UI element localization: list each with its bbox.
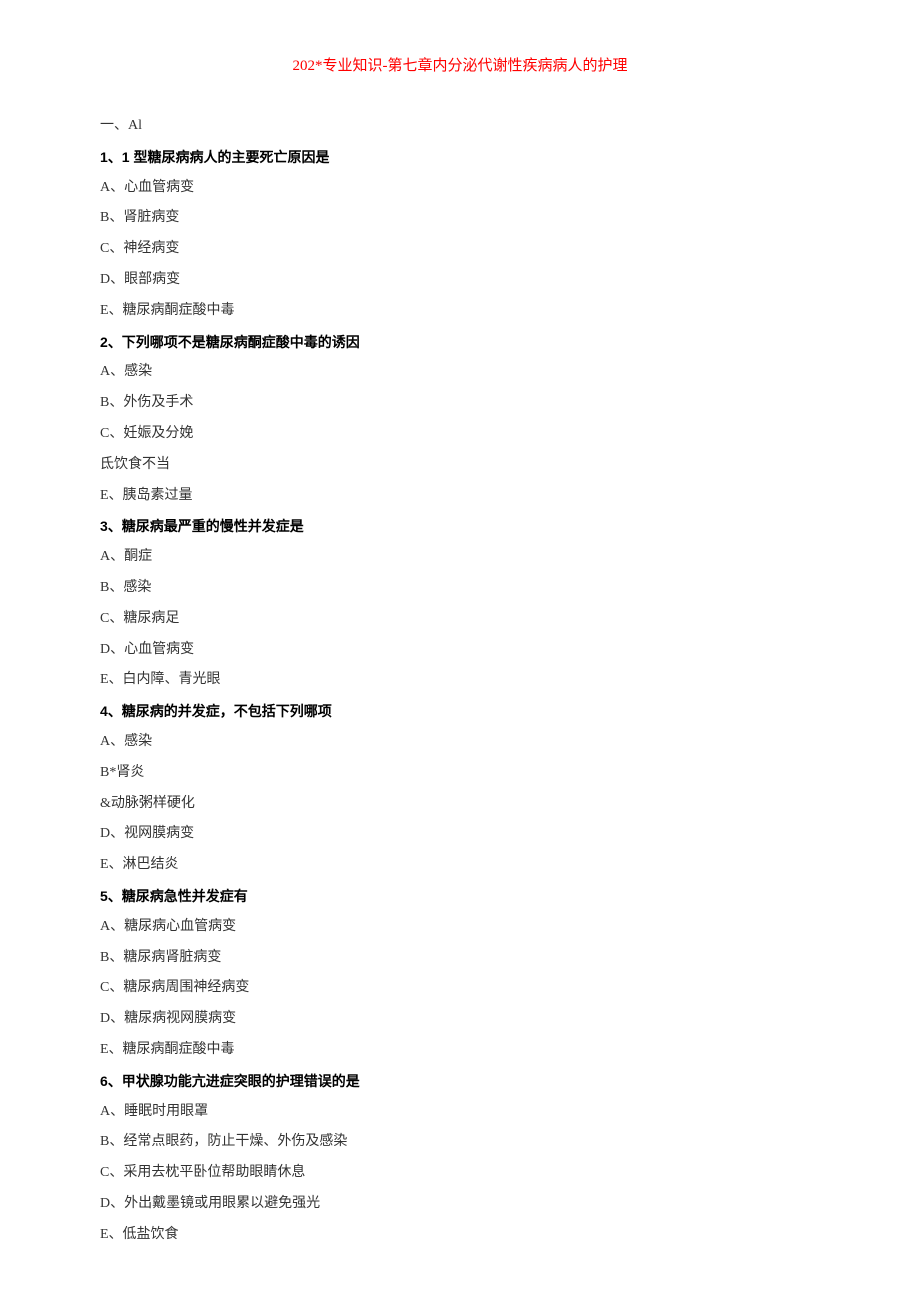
option-b: B、肾脏病变 [100, 203, 820, 234]
option-a: A、糖尿病心血管病变 [100, 912, 820, 943]
option-c: C、神经病变 [100, 234, 820, 265]
option-c: C、采用去枕平卧位帮助眼睛休息 [100, 1158, 820, 1189]
option-a: A、感染 [100, 727, 820, 758]
option-d: D、眼部病变 [100, 265, 820, 296]
option-c: C、糖尿病足 [100, 604, 820, 635]
option-c: C、糖尿病周围神经病变 [100, 973, 820, 1004]
question-text: 2、下列哪项不是糖尿病酮症酸中毒的诱因 [100, 327, 820, 358]
option-b: B*肾炎 [100, 758, 820, 789]
option-b: B、糖尿病肾脏病变 [100, 943, 820, 974]
document-title: 202*专业知识-第七章内分泌代谢性疾病病人的护理 [100, 50, 820, 83]
option-b: B、经常点眼药，防止干燥、外伤及感染 [100, 1127, 820, 1158]
question-text: 5、糖尿病急性并发症有 [100, 881, 820, 912]
option-c: C、妊娠及分娩 [100, 419, 820, 450]
section-header: 一、Al [100, 111, 820, 142]
option-e: E、低盐饮食 [100, 1220, 820, 1251]
option-a: A、睡眠时用眼罩 [100, 1097, 820, 1128]
option-e: E、白内障、青光眼 [100, 665, 820, 696]
option-e: E、糖尿病酮症酸中毒 [100, 1035, 820, 1066]
question-text: 1、1 型糖尿病病人的主要死亡原因是 [100, 142, 820, 173]
option-d: 氐饮食不当 [100, 450, 820, 481]
option-d: D、心血管病变 [100, 635, 820, 666]
option-c: &动脉粥样硬化 [100, 789, 820, 820]
option-e: E、胰岛素过量 [100, 481, 820, 512]
option-a: A、酮症 [100, 542, 820, 573]
question-block-6: 6、甲状腺功能亢进症突眼的护理错误的是 A、睡眠时用眼罩 B、经常点眼药，防止干… [100, 1066, 820, 1251]
question-text: 4、糖尿病的并发症，不包括下列哪项 [100, 696, 820, 727]
question-text: 3、糖尿病最严重的慢性并发症是 [100, 511, 820, 542]
option-e: E、糖尿病酮症酸中毒 [100, 296, 820, 327]
option-a: A、心血管病变 [100, 173, 820, 204]
question-block-2: 2、下列哪项不是糖尿病酮症酸中毒的诱因 A、感染 B、外伤及手术 C、妊娠及分娩… [100, 327, 820, 512]
option-b: B、外伤及手术 [100, 388, 820, 419]
option-b: B、感染 [100, 573, 820, 604]
question-text: 6、甲状腺功能亢进症突眼的护理错误的是 [100, 1066, 820, 1097]
question-block-1: 1、1 型糖尿病病人的主要死亡原因是 A、心血管病变 B、肾脏病变 C、神经病变… [100, 142, 820, 327]
option-d: D、糖尿病视网膜病变 [100, 1004, 820, 1035]
option-e: E、淋巴结炎 [100, 850, 820, 881]
option-d: D、外出戴墨镜或用眼累以避免强光 [100, 1189, 820, 1220]
question-block-4: 4、糖尿病的并发症，不包括下列哪项 A、感染 B*肾炎 &动脉粥样硬化 D、视网… [100, 696, 820, 881]
option-d: D、视网膜病变 [100, 819, 820, 850]
question-block-5: 5、糖尿病急性并发症有 A、糖尿病心血管病变 B、糖尿病肾脏病变 C、糖尿病周围… [100, 881, 820, 1066]
option-a: A、感染 [100, 357, 820, 388]
question-block-3: 3、糖尿病最严重的慢性并发症是 A、酮症 B、感染 C、糖尿病足 D、心血管病变… [100, 511, 820, 696]
